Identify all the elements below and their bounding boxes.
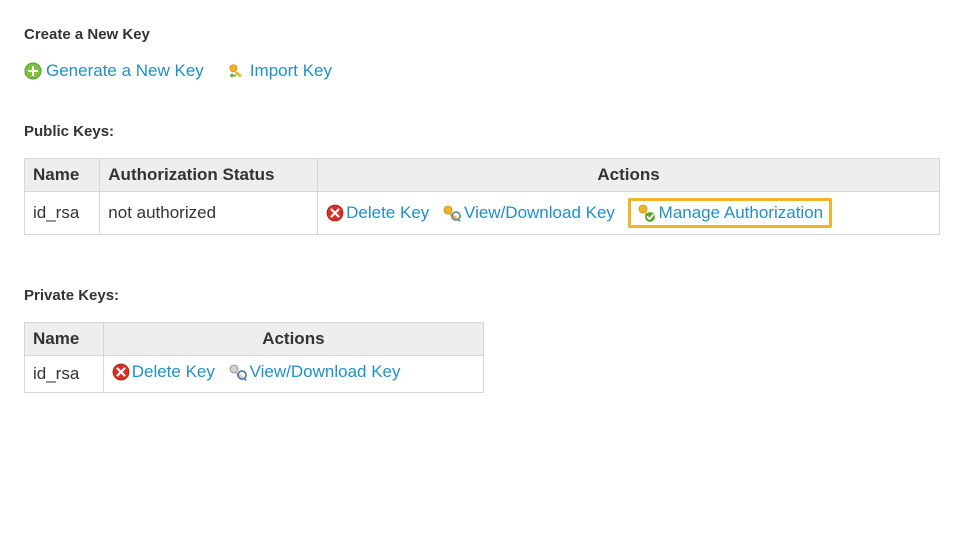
private-keys-table: Name Actions id_rsa Delete Key: [24, 322, 484, 393]
col-status: Authorization Status: [100, 159, 318, 192]
create-heading: Create a New Key: [24, 26, 940, 43]
manage-authorization-label: Manage Authorization: [659, 203, 823, 223]
table-row: id_rsa Delete Key: [25, 356, 484, 393]
view-key-icon: [442, 204, 462, 222]
view-download-link[interactable]: View/Download Key: [442, 203, 615, 223]
key-actions: Delete Key View/Download Key: [103, 356, 483, 393]
delete-key-label: Delete Key: [346, 203, 429, 223]
key-name: id_rsa: [25, 192, 100, 235]
view-download-link[interactable]: View/Download Key: [228, 362, 401, 382]
public-keys-table: Name Authorization Status Actions id_rsa…: [24, 158, 940, 235]
import-key-link[interactable]: Import Key: [228, 61, 332, 81]
generate-key-link[interactable]: Generate a New Key: [24, 61, 204, 81]
col-name: Name: [25, 323, 104, 356]
manage-auth-icon: [637, 204, 657, 222]
col-name: Name: [25, 159, 100, 192]
import-key-label: Import Key: [250, 61, 332, 81]
delete-icon: [112, 363, 130, 381]
create-action-row: Generate a New Key Import Key: [24, 61, 940, 81]
private-keys-heading: Private Keys:: [24, 287, 940, 304]
key-name: id_rsa: [25, 356, 104, 393]
view-key-icon: [228, 363, 248, 381]
import-key-icon: [228, 62, 246, 80]
generate-key-label: Generate a New Key: [46, 61, 204, 81]
manage-authorization-link[interactable]: Manage Authorization: [628, 198, 832, 228]
delete-key-link[interactable]: Delete Key: [326, 203, 429, 223]
view-download-label: View/Download Key: [250, 362, 401, 382]
delete-key-label: Delete Key: [132, 362, 215, 382]
col-actions: Actions: [103, 323, 483, 356]
public-keys-heading: Public Keys:: [24, 123, 940, 140]
add-icon: [24, 62, 42, 80]
key-status: not authorized: [100, 192, 318, 235]
key-actions: Delete Key View/Download Key: [318, 192, 940, 235]
delete-icon: [326, 204, 344, 222]
view-download-label: View/Download Key: [464, 203, 615, 223]
delete-key-link[interactable]: Delete Key: [112, 362, 215, 382]
col-actions: Actions: [318, 159, 940, 192]
table-row: id_rsa not authorized Delete Key: [25, 192, 940, 235]
